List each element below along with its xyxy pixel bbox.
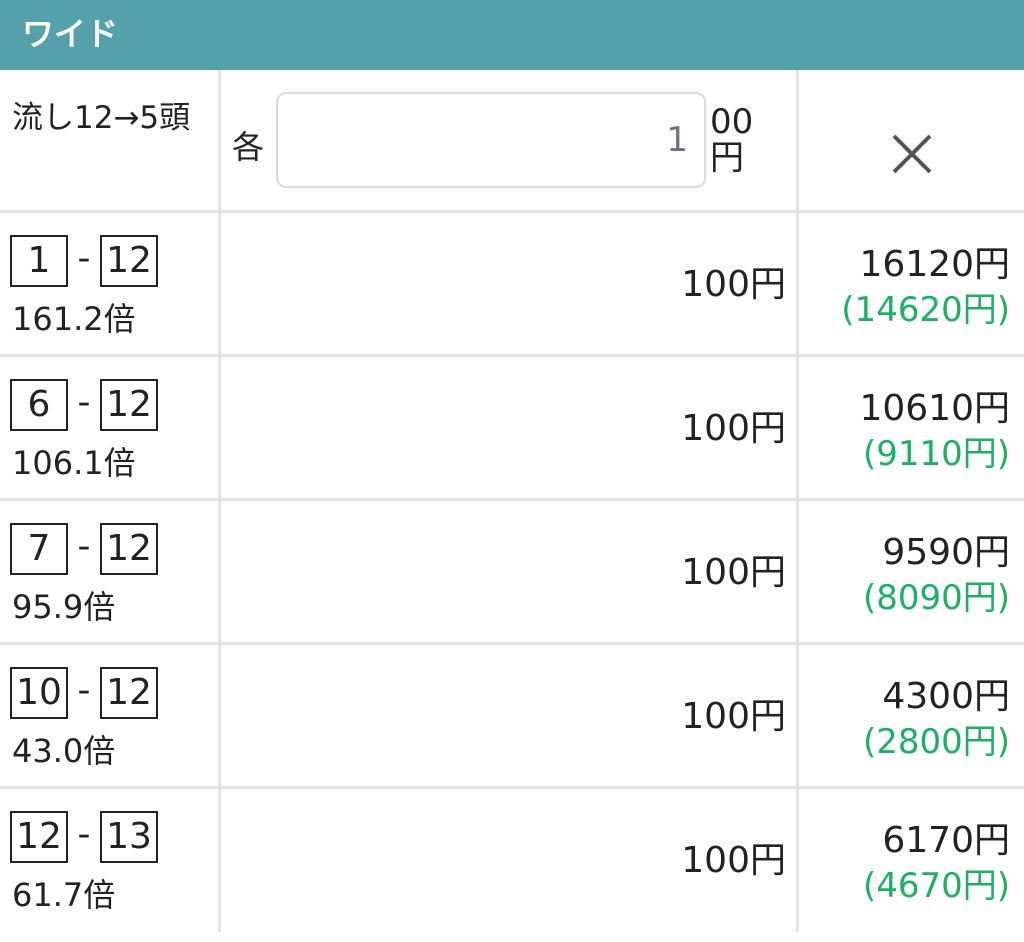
odds-value: 61.7倍 (12, 876, 116, 914)
stake-amount: 100円 (681, 264, 786, 305)
amount-suffix: 00円 (710, 102, 754, 178)
combination-dash: - (77, 670, 91, 711)
summary-row: 流し12→5頭 各 00円 (0, 70, 1024, 212)
odds-value: 106.1倍 (12, 444, 136, 482)
delete-button[interactable] (866, 108, 958, 200)
each-label: 各 (232, 128, 265, 166)
column-divider (796, 357, 799, 500)
column-divider (796, 501, 799, 644)
horse-number-box: 10 (10, 667, 68, 719)
bet-row: 7 - 12 95.9倍 100円 9590円 (8090円) (0, 498, 1024, 644)
column-divider (218, 501, 221, 644)
bet-type-header: ワイド (0, 0, 1024, 70)
column-divider (796, 70, 799, 212)
payout-amount: 4300円 (882, 676, 1010, 717)
stake-amount: 100円 (681, 408, 786, 449)
odds-value: 161.2倍 (12, 300, 136, 338)
bet-row: 10 - 12 43.0倍 100円 4300円 (2800円) (0, 642, 1024, 788)
profit-amount: (8090円) (862, 578, 1010, 618)
horse-number-box: 12 (10, 811, 68, 863)
payout-amount: 16120円 (859, 244, 1010, 285)
horse-number-box: 13 (100, 811, 158, 863)
payout-amount: 10610円 (859, 388, 1010, 429)
column-divider (796, 645, 799, 788)
stake-amount: 100円 (681, 696, 786, 737)
combination-dash: - (77, 382, 91, 423)
column-divider (218, 357, 221, 500)
combination-dash: - (77, 238, 91, 279)
column-divider (218, 645, 221, 788)
column-divider (218, 70, 221, 212)
column-divider (218, 213, 221, 356)
horse-number-box: 7 (10, 523, 68, 575)
amount-input[interactable] (276, 92, 706, 188)
odds-value: 95.9倍 (12, 588, 116, 626)
profit-amount: (4670円) (862, 866, 1010, 906)
bet-row: 1 - 12 161.2倍 100円 16120円 (14620円) (0, 210, 1024, 356)
combination-dash: - (77, 526, 91, 567)
profit-amount: (2800円) (862, 722, 1010, 762)
horse-number-box: 6 (10, 379, 68, 431)
combination-dash: - (77, 814, 91, 855)
profit-amount: (9110円) (862, 434, 1010, 474)
column-divider (218, 789, 221, 932)
horse-number-box: 1 (10, 235, 68, 287)
horse-number-box: 12 (100, 523, 158, 575)
formation-label: 流し12→5頭 (12, 100, 191, 136)
bet-type-title: ワイド (22, 15, 119, 53)
stake-amount: 100円 (681, 840, 786, 881)
horse-number-box: 12 (100, 667, 158, 719)
bet-row: 12 - 13 61.7倍 100円 6170円 (4670円) (0, 786, 1024, 932)
column-divider (796, 789, 799, 932)
payout-amount: 6170円 (882, 820, 1010, 861)
payout-amount: 9590円 (882, 532, 1010, 573)
stake-amount: 100円 (681, 552, 786, 593)
profit-amount: (14620円) (841, 290, 1010, 330)
close-x-icon (892, 134, 932, 174)
horse-number-box: 12 (100, 235, 158, 287)
column-divider (796, 213, 799, 356)
bet-row: 6 - 12 106.1倍 100円 10610円 (9110円) (0, 354, 1024, 500)
horse-number-box: 12 (100, 379, 158, 431)
odds-value: 43.0倍 (12, 732, 116, 770)
